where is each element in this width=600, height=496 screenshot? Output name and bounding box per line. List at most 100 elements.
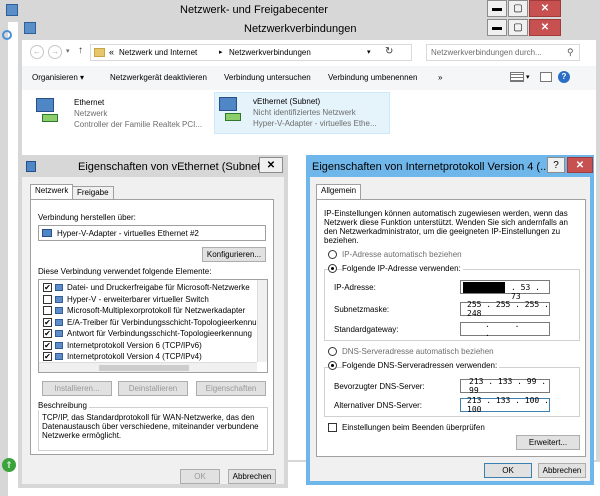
breadcrumb-overflow[interactable]: « [109,47,114,57]
auto-ip-label[interactable]: IP-Adresse automatisch beziehen [342,250,462,259]
breadcrumb-chevron[interactable]: ▸ [219,48,223,56]
protocol-item[interactable]: Hyper-V - erweiterbarer virtueller Switc… [41,294,255,305]
items-vertical-scrollbar[interactable] [257,280,267,362]
radio-auto-ip[interactable] [328,250,337,259]
props-cancel-button[interactable]: Abbrechen [228,469,276,484]
breadcrumb-item-2[interactable]: Netzwerkverbindungen [229,48,311,57]
validate-label[interactable]: Einstellungen beim Beenden überprüfen [342,423,485,432]
props-close-button[interactable]: ✕ [259,157,283,173]
toolbar-more[interactable]: » [438,73,442,82]
toolbar-diagnose[interactable]: Verbindung untersuchen [224,73,311,82]
bg-close-button[interactable]: ✕ [529,0,561,17]
radio-manual-dns[interactable] [328,361,337,370]
protocol-icon [55,295,63,303]
advanced-button[interactable]: Erweitert... [516,435,580,450]
ipv4-cancel-button[interactable]: Abbrechen [538,463,586,478]
subnet-mask-field[interactable]: 255 . 255 . 255 . 248 [460,300,550,318]
nc-close-button[interactable]: ✕ [529,19,561,36]
gateway-field[interactable]: . . . [460,320,550,338]
adapter-status: Nicht identifiziertes Netzwerk [253,108,356,117]
preferred-dns-label: Bevorzugter DNS-Server: [334,382,425,391]
toolbar-organize[interactable]: Organisieren ▾ [32,73,84,82]
protocol-icon [55,353,63,360]
address-dropdown-icon[interactable]: ▾ [367,48,371,56]
configure-button[interactable]: Konfigurieren... [202,247,266,262]
description-title: Beschreibung [36,401,89,410]
refresh-icon[interactable]: ↻ [385,46,393,57]
protocol-item-checkbox[interactable] [43,306,52,315]
h-scroll-thumb[interactable] [99,365,189,371]
protocol-item[interactable]: ✔ Antwort für Verbindungsschicht-Topologi… [41,328,255,339]
bg-minimize-button[interactable]: ▬ [487,0,507,17]
history-dropdown-icon[interactable]: ▾ [66,47,70,55]
protocol-item-checkbox[interactable]: ✔ [43,352,52,361]
adapter-ethernet[interactable]: Ethernet Netzwerk Controller der Familie… [32,94,212,134]
tab-sharing[interactable]: Freigabe [72,186,114,200]
breadcrumb-item-1[interactable]: Netzwerk und Internet [119,48,197,57]
bg-app-icon [6,4,18,16]
radio-manual-ip[interactable] [328,264,337,273]
toolbar-disable-device[interactable]: Netzwerkgerät deaktivieren [110,73,207,82]
props-ok-button[interactable]: OK [180,469,220,484]
bg-maximize-button[interactable]: ▢ [508,0,528,17]
help-icon[interactable]: ? [558,71,570,83]
manual-ip-label[interactable]: Folgende IP-Adresse verwenden: [342,264,463,273]
subnet-mask-label: Subnetzmaske: [334,305,390,314]
description-text: TCP/IP, das Standardprotokoll für WAN-Ne… [42,413,259,440]
ip-address-label: IP-Adresse: [334,283,376,292]
items-list[interactable]: ✔ Datei- und Druckerfreigabe für Microsof… [38,279,268,373]
protocol-item-checkbox[interactable]: ✔ [43,283,52,292]
nc-minimize-button[interactable]: ▬ [487,19,507,36]
ipv4-title: Eigenschaften von Internetprotokoll Vers… [312,161,550,173]
protocol-item-label: Microsoft-Multiplexorprotokoll für Netzw… [67,306,246,315]
validate-checkbox[interactable] [328,423,337,432]
network-adapter-icon [219,97,237,111]
up-button[interactable]: ↑ [78,45,83,56]
toolbar-rename[interactable]: Verbindung umbenennen [328,73,417,82]
ipv4-help-button[interactable]: ? [547,157,565,173]
protocol-item-checkbox[interactable]: ✔ [43,317,52,327]
items-horizontal-scrollbar[interactable] [39,362,257,372]
properties-button[interactable]: Eigenschaften [196,381,266,396]
preferred-dns-field[interactable]: 213 . 133 . 99 . 99 [460,377,550,395]
protocol-item-label: E/A-Treiber für Verbindungsschicht-Topol… [67,317,260,327]
search-icon[interactable]: ⚲ [567,47,574,58]
preview-pane-icon[interactable] [540,72,552,82]
search-box[interactable]: Netzwerkverbindungen durch... ⚲ [426,44,580,61]
view-options-icon[interactable] [510,72,524,82]
adapter-vethernet[interactable]: vEthernet (Subnet) Nicht identifiziertes… [214,92,390,134]
ip-address-field[interactable]: . 53 . 73 [460,280,550,301]
protocol-item-label: Internetprotokoll Version 6 (TCP/IPv6) [67,340,202,350]
protocol-icon [55,330,63,337]
protocol-item[interactable]: ✔ Internetprotokoll Version 4 (TCP/IPv4) [41,351,255,362]
protocol-item[interactable]: Microsoft-Multiplexorprotokoll für Netzw… [41,305,255,316]
protocol-item[interactable]: ✔ Internetprotokoll Version 6 (TCP/IPv6) [41,340,255,351]
ipv4-intro-text: IP-Einstellungen können automatisch zuge… [324,209,568,245]
address-bar[interactable]: « Netzwerk und Internet ▸ Netzwerkverbin… [90,44,412,61]
view-dropdown-icon[interactable]: ▾ [526,73,530,81]
alternate-dns-field[interactable]: 213 . 133 . 100 . 100 [460,396,550,414]
tab-network[interactable]: Netzwerk [30,184,74,199]
protocol-item[interactable]: ✔ Datei- und Druckerfreigabe für Microsof… [41,282,255,293]
preferred-dns-value: 213 . 133 . 99 . 99 [469,377,547,395]
network-cable-icon [42,114,58,122]
forward-button[interactable]: → [48,45,62,59]
protocol-item-checkbox[interactable]: ✔ [43,329,52,338]
radio-auto-dns[interactable] [328,347,337,356]
props-app-icon [26,161,36,172]
uninstall-button[interactable]: Deinstallieren [118,381,188,396]
ipv4-ok-button[interactable]: OK [484,463,532,478]
manual-dns-label[interactable]: Folgende DNS-Serveradressen verwenden: [342,361,500,370]
back-button[interactable]: ← [30,45,44,59]
adapter-device: Controller der Familie Realtek PCI... [74,120,203,129]
install-button[interactable]: Installieren... [42,381,112,396]
nc-maximize-button[interactable]: ▢ [508,19,528,36]
protocol-item-checkbox[interactable]: ✔ [43,340,52,350]
auto-dns-label[interactable]: DNS-Serveradresse automatisch beziehen [342,347,494,356]
protocol-icon [55,307,63,314]
tab-general[interactable]: Allgemein [316,184,362,199]
ipv4-close-button[interactable]: ✕ [567,157,593,173]
bg-refresh-icon[interactable] [2,30,12,40]
protocol-item[interactable]: ✔ E/A-Treiber für Verbindungsschicht-Topo… [41,317,259,328]
protocol-item-checkbox[interactable] [43,294,52,304]
